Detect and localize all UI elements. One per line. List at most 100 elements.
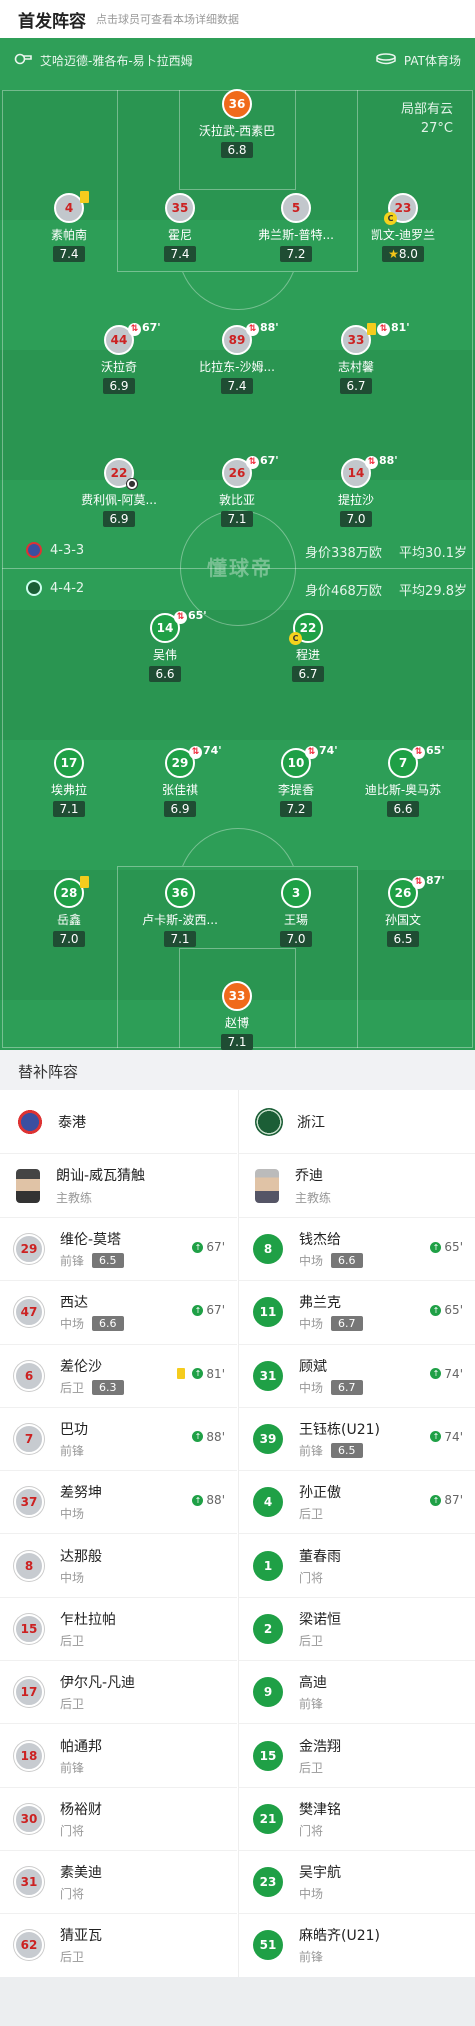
player-number-badge: 26 ⇅ 67': [222, 454, 279, 488]
away-sub-row[interactable]: 21 樊津铭 门将: [239, 1788, 475, 1851]
sub-in-minute: ↑ 81': [177, 1367, 225, 1381]
sub-in-minute: ↑ 87': [430, 1493, 463, 1507]
home-sub-row[interactable]: 29 维伦-莫塔 前锋 6.5 ↑ 67': [0, 1218, 237, 1282]
home-sub-row[interactable]: 37 差努坤 中场 ↑ 88': [0, 1471, 237, 1535]
home-team-badge-icon: [26, 542, 42, 558]
player-number-badge: 33: [222, 981, 252, 1011]
player-rating: 7.2: [280, 246, 312, 262]
home-coach-row[interactable]: 朗讪-威瓦猜触 主教练: [0, 1154, 237, 1218]
sub-number-badge: 62: [14, 1930, 44, 1961]
home-player[interactable]: 4 素帕南 7.4: [14, 191, 124, 262]
sub-name: 达那般: [60, 1548, 102, 1565]
sub-position: 门将: [299, 1570, 324, 1585]
away-player[interactable]: 3 王瑒 7.0: [241, 878, 351, 947]
home-player[interactable]: 36 沃拉武-西素巴 6.8: [182, 89, 292, 158]
away-player[interactable]: 28 岳鑫 7.0: [14, 876, 124, 947]
subs-title: 替补阵容: [0, 1052, 475, 1090]
away-sub-row[interactable]: 8 钱杰给 中场 6.6 ↑ 65': [239, 1218, 475, 1282]
captain-badge: C: [384, 212, 397, 225]
player-number-badge: 3: [281, 878, 311, 908]
home-player[interactable]: 89 ⇅ 88' 比拉东-沙姆... 7.4: [182, 321, 292, 394]
sub-name: 素美迪: [60, 1865, 102, 1882]
home-sub-row[interactable]: 18 帕通邦 前锋: [0, 1724, 237, 1788]
home-player[interactable]: 22 ● 费利佩-阿莫... 6.9: [64, 458, 174, 527]
sub-rating: 6.7: [331, 1316, 363, 1332]
player-name: 弗兰斯-普特...: [258, 228, 334, 242]
away-player[interactable]: 33 赵博 7.1: [182, 981, 292, 1050]
away-sub-row[interactable]: 39 王钰栋(U21) 前锋 6.5 ↑ 74': [239, 1408, 475, 1472]
player-name: 王瑒: [283, 913, 308, 927]
player-name: 志村馨: [337, 360, 374, 374]
player-rating-value: 8.0: [398, 247, 418, 261]
away-formation: 4-4-2: [50, 580, 85, 596]
home-sub-row[interactable]: 17 伊尔凡-凡迪 后卫: [0, 1661, 237, 1725]
sub-number-badge: 18: [14, 1740, 44, 1771]
home-sub-row[interactable]: 31 素美迪 门将: [0, 1851, 237, 1915]
player-rating: 7.0: [280, 931, 312, 947]
away-coach-avatar: [255, 1168, 279, 1203]
sub-name: 金浩翔: [299, 1738, 341, 1755]
sub-position: 中场: [60, 1507, 85, 1522]
home-player[interactable]: 35 霍尼 7.4: [125, 193, 235, 262]
away-sub-row[interactable]: 4 孙正傲 后卫 ↑ 87': [239, 1471, 475, 1535]
player-rating-value: 6.5: [393, 932, 413, 946]
home-player[interactable]: 33 ⇅ 81' 志村馨 6.7: [301, 321, 411, 394]
player-name: 费利佩-阿莫...: [81, 493, 157, 507]
away-player[interactable]: 22 C 程进 6.7: [253, 613, 363, 682]
home-formation-row: 4-3-3 身价338万欧 平均30.1岁: [0, 542, 475, 564]
away-player[interactable]: 36 卢卡斯-波西... 7.1: [125, 878, 235, 947]
away-sub-row[interactable]: 51 麻皓齐(U21) 前锋: [239, 1914, 475, 1978]
sub-number-badge: 15: [14, 1613, 44, 1644]
substitution-icon: ⇅: [246, 456, 259, 469]
home-sub-row[interactable]: 15 乍杜拉帕 后卫: [0, 1598, 237, 1662]
whistle-icon: [14, 53, 32, 68]
away-player[interactable]: 29 ⇅ 74' 张佳祺 6.9: [125, 744, 235, 817]
weather: 局部有云 27°C: [401, 100, 453, 138]
home-sub-row[interactable]: 6 差伦沙 后卫 6.3 ↑ 81': [0, 1345, 237, 1408]
home-sub-row[interactable]: 62 猜亚瓦 后卫: [0, 1914, 237, 1978]
star-icon: ★: [388, 247, 399, 261]
away-sub-row[interactable]: 9 高迪 前锋: [239, 1661, 475, 1725]
sub-position: 中场: [299, 1254, 324, 1269]
away-player[interactable]: 26 ⇅ 87' 孙国文 6.5: [348, 874, 458, 947]
home-sub-row[interactable]: 8 达那般 中场: [0, 1534, 237, 1598]
home-sub-row[interactable]: 30 杨裕财 门将: [0, 1788, 237, 1851]
home-player[interactable]: 44 ⇅ 67' 沃拉奇 6.9: [64, 321, 174, 394]
player-number: 22: [110, 466, 128, 480]
home-team-row[interactable]: 泰港: [0, 1090, 237, 1154]
sub-number-badge: 2: [253, 1613, 283, 1644]
away-coach-row[interactable]: 乔迪 主教练: [239, 1154, 475, 1218]
sub-position: 门将: [299, 1823, 324, 1838]
player-number: 33: [347, 333, 365, 347]
sub-number-badge: 11: [253, 1297, 283, 1328]
away-sub-row[interactable]: 2 梁诺恒 后卫: [239, 1598, 475, 1662]
away-player[interactable]: 17 埃弗拉 7.1: [14, 748, 124, 817]
sub-in-arrow-icon: ↑: [192, 1368, 204, 1380]
away-sub-row[interactable]: 23 吴宇航 中场: [239, 1851, 475, 1915]
home-sub-row[interactable]: 47 西达 中场 6.6 ↑ 67': [0, 1281, 237, 1345]
player-number: 29: [171, 756, 189, 770]
player-number: 36: [171, 886, 189, 900]
sub-in-minute-value: 67': [206, 1303, 225, 1318]
home-player[interactable]: 5 弗兰斯-普特... 7.2: [241, 193, 351, 262]
weather-temperature: 27°C: [420, 121, 453, 136]
home-player[interactable]: 23 C 凯文-迪罗兰 ★8.0: [348, 193, 458, 262]
away-sub-row[interactable]: 31 顾斌 中场 6.7 ↑ 74': [239, 1345, 475, 1408]
away-player[interactable]: 7 ⇅ 65' 迪比斯-奥马苏 6.6: [348, 744, 458, 817]
sub-position: 前锋: [60, 1254, 85, 1269]
home-player[interactable]: 26 ⇅ 67' 敦比亚 7.1: [182, 454, 292, 527]
sub-position: 中场: [60, 1317, 85, 1332]
home-player[interactable]: 14 ⇅ 88' 提拉沙 7.0: [301, 454, 411, 527]
substitution-minute: 65': [188, 609, 207, 622]
away-player[interactable]: 14 ⇅ 65' 吴伟 6.6: [110, 609, 220, 682]
home-sub-row[interactable]: 7 巴功 前锋 ↑ 88': [0, 1408, 237, 1472]
sub-position: 门将: [60, 1823, 85, 1838]
away-team-row[interactable]: 浙江: [239, 1090, 475, 1154]
sub-name: 麻皓齐(U21): [299, 1928, 380, 1945]
away-sub-row[interactable]: 1 董春雨 门将: [239, 1534, 475, 1598]
away-player[interactable]: 10 ⇅ 74' 李提香 7.2: [241, 744, 351, 817]
away-sub-row[interactable]: 11 弗兰克 中场 6.7 ↑ 65': [239, 1281, 475, 1345]
sub-number-badge: 4: [253, 1487, 283, 1518]
away-sub-row[interactable]: 15 金浩翔 后卫: [239, 1724, 475, 1788]
player-rating-value: 7.4: [170, 247, 190, 261]
